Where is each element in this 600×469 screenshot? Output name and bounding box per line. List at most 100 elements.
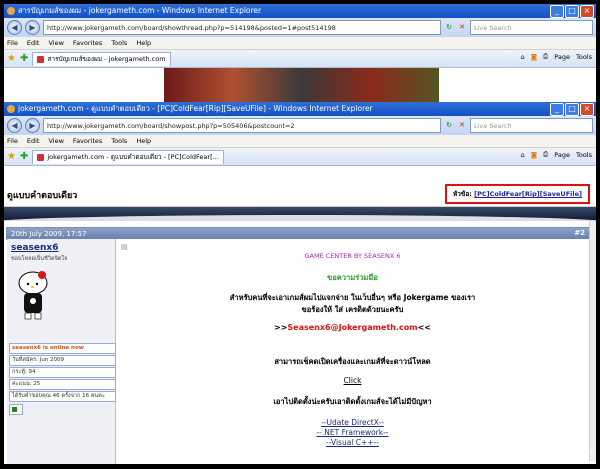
window2-tab-label: jokergameth.com - ดูแบบคำตอบเดียว - [PC]… [47,153,219,161]
close-button[interactable]: × [580,103,594,116]
window2-command-bar: ⌂ ◙ ⎙ Page Tools [521,150,592,159]
user-title: ชอบโหลดเป็นชีวิตจิตใจ [11,256,68,262]
window1-content [4,68,596,102]
minimize-button[interactable]: _ [550,103,564,116]
window1-tab-label: สารบัญเกมส์ของผม - jokergameth.com [47,55,166,63]
user-info-panel: seasenx6 ชอบโหลดเป็นชีวิตจิตใจ seasenx6 … [7,239,116,464]
credit-prefix: >> [274,323,288,332]
stop-icon[interactable]: ✕ [457,22,467,33]
menu-file[interactable]: File [7,137,18,145]
click-link-row: Click [116,376,589,385]
post-header: 20th July 2009, 17:57 #2 [7,228,589,239]
ie-icon [7,7,15,15]
print-icon[interactable]: ⎙ [543,52,548,61]
username-link[interactable]: seasenx6 [11,243,58,253]
post-line-credit: >>Seasenx6@Jokergameth.com<< [116,323,589,332]
tools-menu[interactable]: Tools [576,151,592,159]
avatar [18,271,48,320]
favorites-star-icon[interactable]: ★ [7,151,16,162]
page-menu[interactable]: Page [554,151,570,159]
page-menu[interactable]: Page [554,53,570,61]
reputation-icon [9,404,23,415]
post-line-title: GAME CENTER BY SEASENX 6 [304,252,401,260]
menu-tools[interactable]: Tools [111,39,127,47]
post-line-4: ขอร้องให้ ใส่ เครดิตด้วยนะครับ [301,305,404,314]
window1-tabbar: ★ ✚ สารบัญเกมส์ของผม - jokergameth.com ⌂… [4,50,596,68]
menu-tools[interactable]: Tools [111,137,127,145]
window2-tab[interactable]: jokergameth.com - ดูแบบคำตอบเดียว - [PC]… [32,149,224,164]
vcpp-link[interactable]: --Visual C++-- [326,438,379,447]
menu-favorites[interactable]: Favorites [73,137,102,145]
menu-edit[interactable]: Edit [27,39,40,47]
back-icon[interactable]: ◀ [7,118,22,133]
menu-view[interactable]: View [48,39,63,47]
tools-menu[interactable]: Tools [576,53,592,61]
topic-link[interactable]: [PC]ColdFear[Rip][SaveUFile] [474,190,582,198]
print-icon[interactable]: ⎙ [543,150,548,159]
window2-tabbar: ★ ✚ jokergameth.com - ดูแบบคำตอบเดียว - … [4,148,596,166]
page-heading-bar: ดูแบบคำตอบเดียว หัวข้อ: [PC]ColdFear[Rip… [4,183,596,207]
post-line-6: สามารถเช็คดเปิดเครื่องและเกมส์ที่จะดาวน์… [274,357,431,366]
window2-menubar: File Edit View Favorites Tools Help [4,135,596,148]
directx-link[interactable]: --Udate DirectX-- [321,418,384,427]
menu-help[interactable]: Help [136,137,151,145]
feeds-icon[interactable]: ◙ [531,151,537,159]
favorites-star-icon[interactable]: ★ [7,53,16,64]
post-icon: ▤ [121,243,128,251]
menu-view[interactable]: View [48,137,63,145]
refresh-icon[interactable]: ↻ [444,22,454,33]
menu-help[interactable]: Help [136,39,151,47]
site-favicon [37,55,45,63]
stop-icon[interactable]: ✕ [457,120,467,131]
post-number-link[interactable]: #2 [574,229,585,237]
post-date: 20th July 2009, 17:57 [11,229,87,238]
window2-content: ดูแบบคำตอบเดียว หัวข้อ: [PC]ColdFear[Rip… [4,183,596,464]
window2-titlebar[interactable]: jokergameth.com - ดูแบบคำตอบเดียว - [PC]… [4,102,596,116]
site-favicon [37,153,45,161]
window1-address-bar: ◀ ▶ http://www.jokergameth.com/board/sho… [4,18,596,37]
minimize-button[interactable]: _ [550,5,564,18]
header-swoosh-decoration [4,207,596,221]
close-button[interactable]: × [580,5,594,18]
home-icon[interactable]: ⌂ [521,53,525,61]
window2-search-input[interactable]: Live Search [470,118,593,133]
back-icon[interactable]: ◀ [7,20,22,35]
menu-file[interactable]: File [7,39,18,47]
join-date: วันที่สมัคร: Jun 2009 [9,355,116,366]
menu-edit[interactable]: Edit [27,137,40,145]
window1-command-bar: ⌂ ◙ ⎙ Page Tools [521,52,592,61]
maximize-button[interactable]: □ [565,103,579,116]
post-line-3: สำหรับคนที่จะเอาเกมส์ผมไปแจกจ่าย ในเว็บอ… [229,293,476,302]
reputation-score: คะแนน: 25 [9,379,116,390]
window1-titlebar[interactable]: สารบัญเกมส์ของผม - jokergameth.com - Win… [4,4,596,18]
watermark-text: [1024x768] https://upic.me/ [463,447,594,456]
ie-icon [7,105,15,113]
click-link[interactable]: Click [344,376,362,385]
forward-icon[interactable]: ▶ [25,118,40,133]
online-status: seasenx6 is online now [9,343,116,354]
post-container: 20th July 2009, 17:57 #2 seasenx6 ชอบโหล… [6,227,590,464]
add-favorite-icon[interactable]: ✚ [20,53,28,64]
window2-controls: _ □ × [550,103,594,116]
vcpp-row: --Visual C++-- [116,438,589,447]
post-count: กระทู้: 94 [9,367,116,378]
screenshot-frame: สารบัญเกมส์ของผม - jokergameth.com - Win… [4,4,596,464]
post-line-8: เอาไปติดตั้งน่ะครับเอาติดตั้งเกมส์จะได้ไ… [273,397,432,406]
window1-search-input[interactable]: Live Search [470,20,593,35]
add-favorite-icon[interactable]: ✚ [20,151,28,162]
directx-row: --Udate DirectX-- [116,418,589,427]
vertical-scrollbar[interactable] [589,221,596,461]
window1-url-field[interactable]: http://www.jokergameth.com/board/showthr… [43,20,441,35]
menu-favorites[interactable]: Favorites [73,39,102,47]
maximize-button[interactable]: □ [565,5,579,18]
refresh-icon[interactable]: ↻ [444,120,454,131]
dotnet-link[interactable]: --.NET Framework-- [316,428,388,437]
window1-tab[interactable]: สารบัญเกมส์ของผม - jokergameth.com [32,51,171,66]
window2-title: jokergameth.com - ดูแบบคำตอบเดียว - [PC]… [18,104,373,113]
thanks-count: ได้รับคำขอบคุณ 46 ครั้งจาก 16 คนคะ [9,391,116,402]
home-icon[interactable]: ⌂ [521,151,525,159]
window1-controls: _ □ × [550,5,594,18]
forward-icon[interactable]: ▶ [25,20,40,35]
window2-url-field[interactable]: http://www.jokergameth.com/board/showpos… [43,118,441,133]
feeds-icon[interactable]: ◙ [531,53,537,61]
